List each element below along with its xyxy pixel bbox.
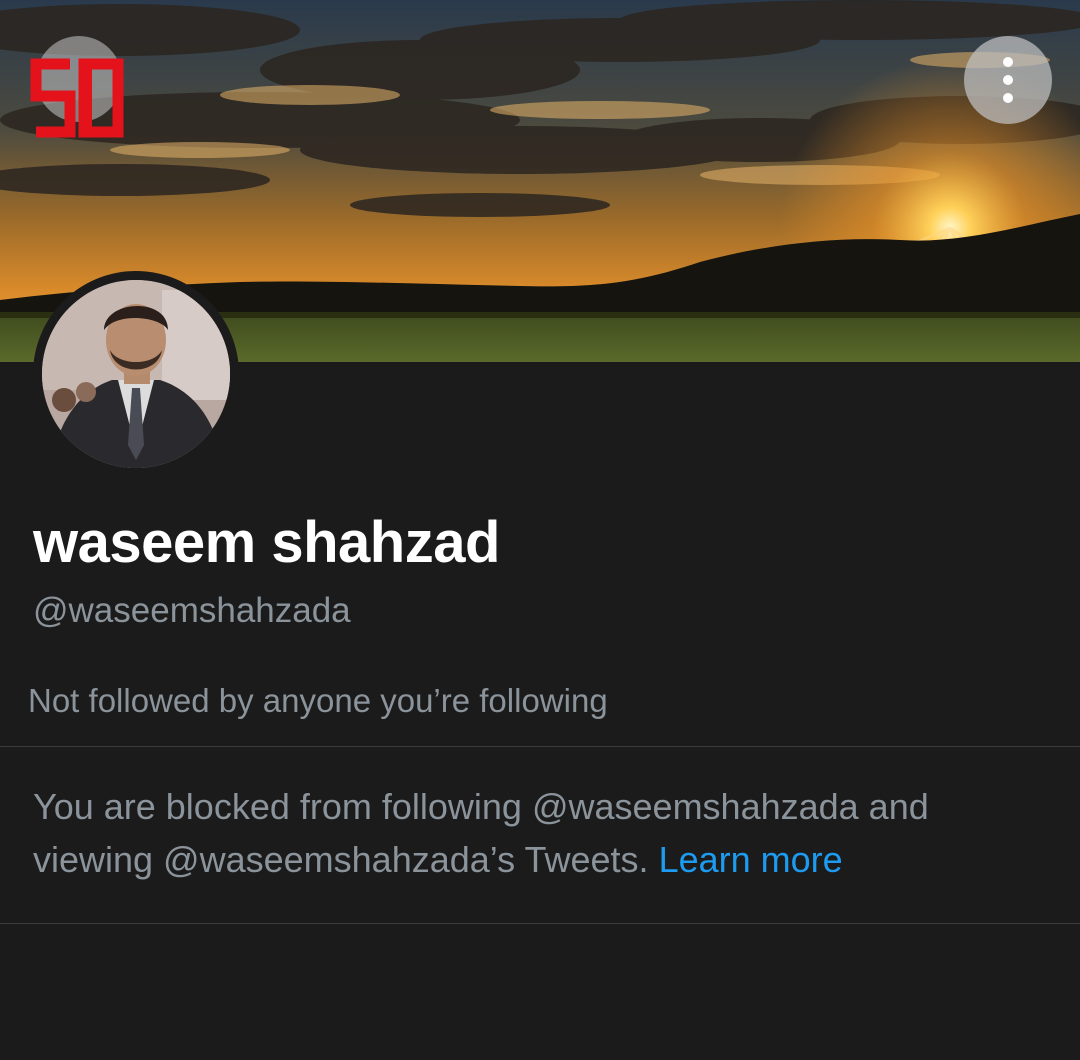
logo-watermark: [30, 58, 124, 138]
followers-you-know[interactable]: Not followed by anyone you’re following: [28, 681, 608, 721]
more-options-button[interactable]: [964, 36, 1052, 124]
more-vertical-icon-dot: [1003, 75, 1013, 85]
sd-logo-icon: [30, 58, 124, 138]
divider: [0, 746, 1080, 747]
more-vertical-icon-dot: [1003, 93, 1013, 103]
learn-more-link[interactable]: Learn more: [659, 839, 843, 880]
more-vertical-icon: [1003, 57, 1013, 67]
user-handle: @waseemshahzada: [33, 591, 351, 630]
blocked-notice: You are blocked from following @waseemsh…: [33, 780, 1043, 886]
divider: [0, 923, 1080, 924]
profile-avatar[interactable]: [33, 271, 239, 477]
display-name: waseem shahzad: [33, 510, 500, 575]
avatar-image: [42, 280, 230, 468]
